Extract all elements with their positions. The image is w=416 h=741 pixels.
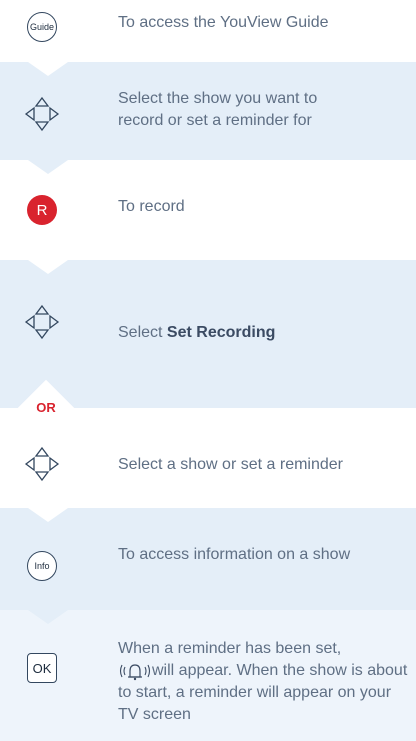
- step-divider-arrow: [28, 62, 68, 76]
- step-divider-arrow: [28, 610, 68, 624]
- set-recording-label: Set Recording: [166, 324, 276, 341]
- step-reminder-text: When a reminder has been set, will appea…: [118, 640, 408, 723]
- step-divider-arrow: [28, 160, 68, 174]
- step-set-recording-text: Select Set Recording: [118, 324, 276, 341]
- dpad-icon: [24, 446, 60, 482]
- info-button-icon: Info: [27, 551, 57, 581]
- step-select-show: Select the show you want to record or se…: [0, 62, 416, 160]
- dpad-icon: [24, 304, 60, 340]
- reminder-bell-icon: [119, 664, 151, 680]
- guide-button-icon: Guide: [27, 12, 57, 42]
- youview-instructions: Guide To access the YouView Guide Select…: [0, 0, 416, 741]
- step-guide: Guide To access the YouView Guide: [0, 0, 416, 62]
- step-divider-arrow: [28, 260, 68, 274]
- step-select-reminder: Select a show or set a reminder: [0, 420, 416, 508]
- step-reminder: OK When a reminder has been set, will ap…: [0, 610, 416, 741]
- step-select-show-text: Select the show you want to record or se…: [118, 90, 318, 129]
- step-guide-text: To access the YouView Guide: [118, 14, 329, 31]
- step-info: Info To access information on a show: [0, 508, 416, 610]
- step-record: R To record: [0, 160, 416, 260]
- or-label: OR: [36, 400, 56, 415]
- step-select-reminder-text: Select a show or set a reminder: [118, 456, 343, 473]
- ok-button-icon: OK: [27, 653, 57, 683]
- record-button-icon: R: [27, 195, 57, 225]
- step-set-recording: Select Set Recording: [0, 260, 416, 408]
- step-info-text: To access information on a show: [118, 546, 351, 563]
- step-divider-arrow: [28, 508, 68, 522]
- step-record-text: To record: [118, 198, 185, 215]
- dpad-icon: [24, 96, 60, 132]
